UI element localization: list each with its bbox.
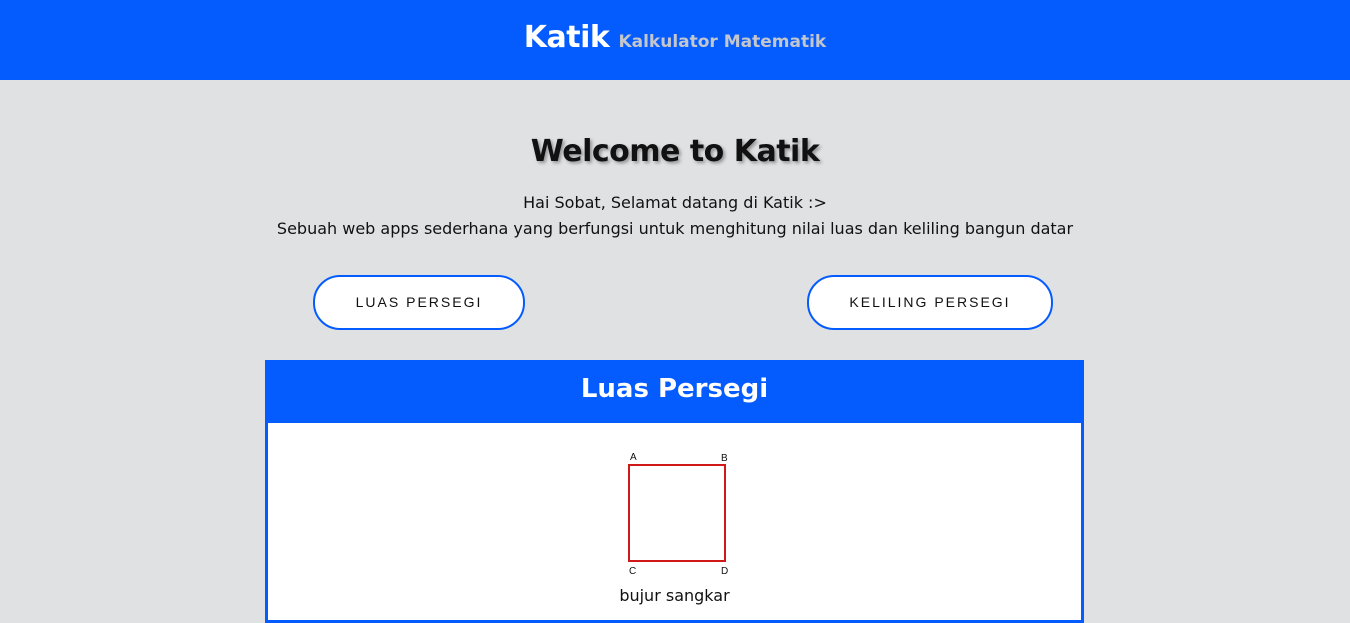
brand-tagline: Kalkulator Matematik xyxy=(618,32,827,52)
welcome-greeting: Hai Sobat, Selamat datang di Katik :> xyxy=(523,193,827,212)
square-diagram: A B C D xyxy=(628,452,728,576)
panel-title: Luas Persegi xyxy=(580,374,769,404)
shape-caption: bujur sangkar xyxy=(619,586,730,605)
top-navbar: Katik Kalkulator Matematik xyxy=(0,0,1350,80)
luas-persegi-button[interactable]: LUAS PERSEGI xyxy=(313,275,525,330)
keliling-persegi-button[interactable]: KELILING PERSEGI xyxy=(807,275,1053,330)
panel-header: Luas Persegi xyxy=(268,360,1081,423)
brand[interactable]: Katik Kalkulator Matematik xyxy=(0,20,1350,55)
corner-label-c: C xyxy=(629,566,636,576)
corner-label-a: A xyxy=(630,452,637,463)
square-shape xyxy=(628,464,726,562)
brand-name[interactable]: Katik xyxy=(524,20,610,55)
welcome-description: Sebuah web apps sederhana yang berfungsi… xyxy=(276,219,1074,238)
corner-label-b: B xyxy=(721,453,728,464)
luas-persegi-panel: Luas Persegi A B C D bujur sangkar xyxy=(265,360,1084,623)
corner-label-d: D xyxy=(721,566,728,576)
welcome-title: Welcome to Katik xyxy=(530,134,820,169)
